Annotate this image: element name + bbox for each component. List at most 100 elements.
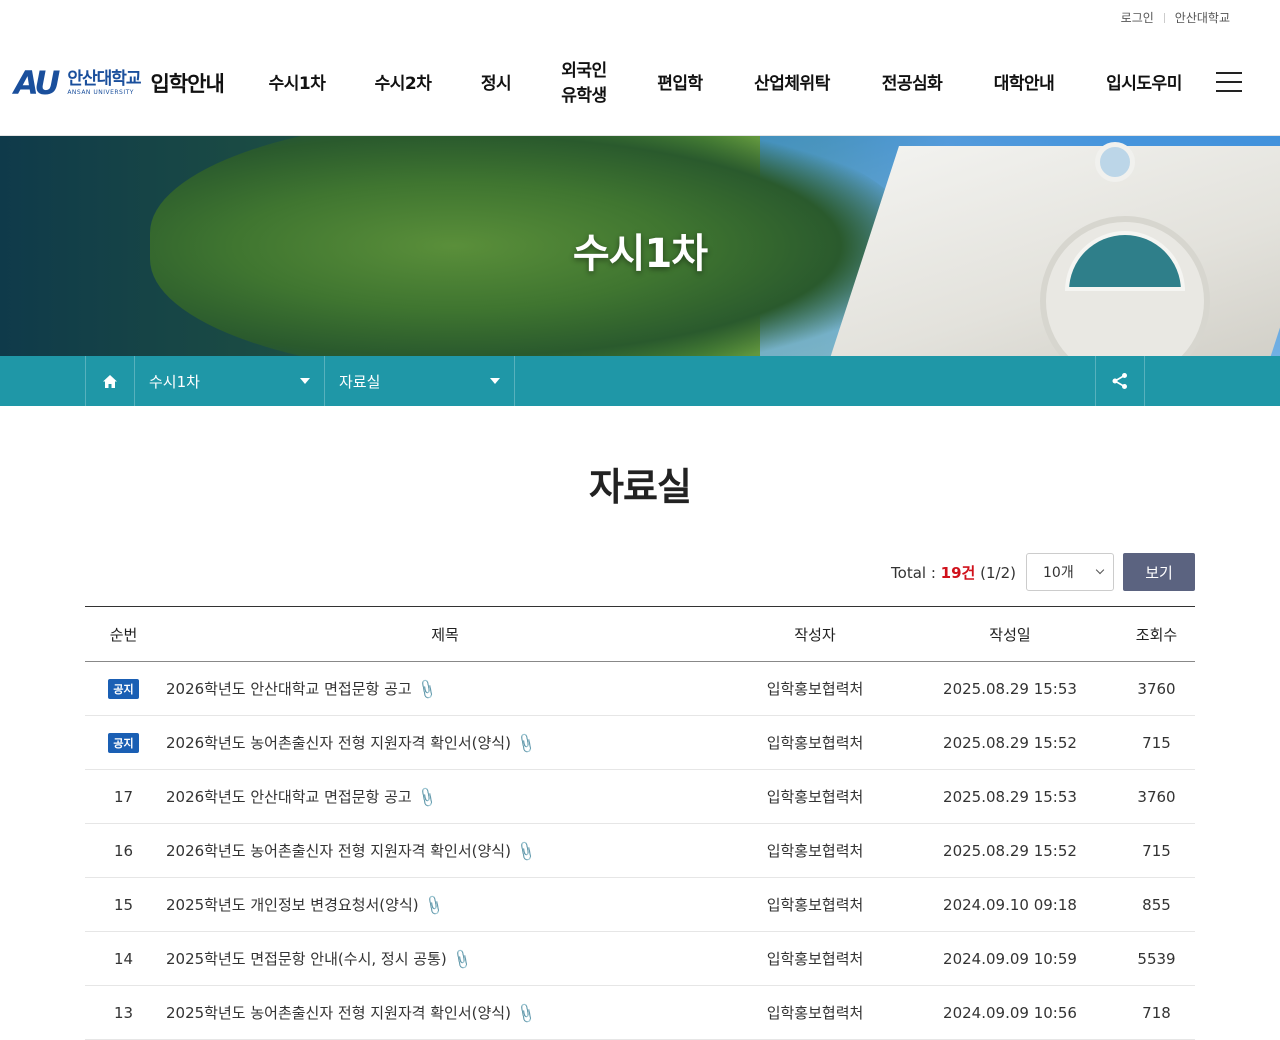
attachment-icon: 📎: [449, 948, 474, 972]
row-number: 공지: [85, 716, 162, 770]
col-date: 작성일: [989, 625, 1031, 644]
login-link[interactable]: 로그인: [1121, 9, 1154, 26]
nav-item-about[interactable]: 대학안내: [968, 72, 1080, 97]
total-count: Total : 19건 (1/2): [891, 562, 1016, 583]
row-views: 5539: [1137, 949, 1176, 968]
nav-item-susi1[interactable]: 수시1차: [244, 72, 350, 97]
row-views: 718: [1142, 1003, 1171, 1022]
attachment-icon: 📎: [414, 786, 438, 810]
location-inner: 수시1차 자료실: [85, 356, 1145, 406]
nav-item-major[interactable]: 전공심화: [856, 72, 968, 97]
attachment-icon: 📎: [514, 1002, 538, 1026]
row-title-link[interactable]: 2025학년도 개인정보 변경요청서(양식): [166, 896, 419, 914]
row-title-link[interactable]: 2025학년도 농어촌출신자 전형 지원자격 확인서(양식): [166, 1004, 511, 1022]
nav-item-susi2[interactable]: 수시2차: [350, 72, 456, 97]
nav-item-helper[interactable]: 입시도우미: [1080, 72, 1208, 97]
row-date: 2025.08.29 15:53: [943, 787, 1077, 806]
col-title: 제목: [431, 625, 459, 644]
row-title-link[interactable]: 2026학년도 안산대학교 면접문항 공고: [166, 788, 412, 806]
notice-badge: 공지: [108, 732, 139, 753]
row-writer: 입학홍보협력처: [766, 842, 864, 860]
nav-item-foreign[interactable]: 외국인 유학생: [536, 59, 632, 109]
row-views: 715: [1142, 733, 1171, 752]
col-writer: 작성자: [794, 625, 836, 644]
view-button[interactable]: 보기: [1123, 553, 1195, 591]
row-title-link[interactable]: 2026학년도 안산대학교 면접문항 공고: [166, 680, 412, 698]
utility-links: 로그인 안산대학교: [1121, 9, 1230, 26]
row-writer: 입학홍보협력처: [766, 680, 864, 698]
caret-down-icon: [490, 378, 500, 384]
row-title-link[interactable]: 2025학년도 면접문항 안내(수시, 정시 공통): [166, 950, 447, 968]
row-title-cell: 2026학년도 농어촌출신자 전형 지원자격 확인서(양식) 📎: [162, 716, 728, 770]
table-row[interactable]: 16 2026학년도 농어촌출신자 전형 지원자격 확인서(양식) 📎 입학홍보협력처…: [85, 824, 1195, 878]
nav-item-transfer[interactable]: 편입학: [632, 72, 728, 97]
divider: [1163, 12, 1165, 23]
banner-round-window: [1095, 142, 1135, 182]
row-date: 2024.09.09 10:56: [943, 1003, 1077, 1022]
row-title-link[interactable]: 2026학년도 농어촌출신자 전형 지원자격 확인서(양식): [166, 842, 511, 860]
row-writer: 입학홍보협력처: [766, 734, 864, 752]
row-number: 15: [113, 895, 134, 914]
row-title-cell: 2025학년도 농어촌출신자 전형 지원자격 확인서(양식) 📎: [162, 986, 728, 1040]
attachment-icon: 📎: [421, 894, 445, 918]
table-row[interactable]: 14 2025학년도 면접문항 안내(수시, 정시 공통) 📎 입학홍보협력처 2024…: [85, 932, 1195, 986]
per-page-select[interactable]: 10개: [1026, 553, 1114, 591]
logo-mark: AU: [14, 64, 60, 102]
logo-english: ANSAN UNIVERSITY: [67, 89, 134, 96]
row-date: 2025.08.29 15:52: [943, 733, 1077, 752]
logo-subtitle: 입학안내: [150, 72, 225, 96]
row-views: 715: [1142, 841, 1171, 860]
row-title-cell: 2025학년도 개인정보 변경요청서(양식) 📎: [162, 878, 728, 932]
row-date: 2024.09.09 10:59: [943, 949, 1077, 968]
row-writer: 입학홍보협력처: [766, 950, 864, 968]
row-views: 855: [1142, 895, 1171, 914]
depth2-select[interactable]: 자료실: [325, 356, 515, 406]
logo[interactable]: AU 안산대학교 ANSAN UNIVERSITY 입학안내: [14, 64, 225, 102]
page-indicator: (1/2): [980, 563, 1016, 582]
depth2-label: 자료실: [339, 372, 381, 391]
row-date: 2024.09.10 09:18: [943, 895, 1077, 914]
hero-banner: 수시1차: [0, 136, 1280, 356]
row-date: 2025.08.29 15:52: [943, 841, 1077, 860]
row-writer: 입학홍보협력처: [766, 1004, 864, 1022]
nav-item-jeongsi[interactable]: 정시: [456, 72, 536, 97]
table-row[interactable]: 13 2025학년도 농어촌출신자 전형 지원자격 확인서(양식) 📎 입학홍보협력처…: [85, 986, 1195, 1040]
row-title-cell: 2026학년도 안산대학교 면접문항 공고 📎: [162, 770, 728, 824]
nav-item-industry[interactable]: 산업체위탁: [728, 72, 856, 97]
row-number: 17: [113, 787, 134, 806]
row-writer: 입학홍보협력처: [766, 896, 864, 914]
table-row[interactable]: 15 2025학년도 개인정보 변경요청서(양식) 📎 입학홍보협력처 2024.09.…: [85, 878, 1195, 932]
table-body: 공지 2026학년도 안산대학교 면접문항 공고 📎 입학홍보협력처 2025.08.2…: [85, 662, 1195, 1040]
total-label: Total :: [891, 563, 936, 582]
header: AU 안산대학교 ANSAN UNIVERSITY 입학안내 수시1차 수시2차…: [0, 34, 1280, 136]
logo-text: 안산대학교 ANSAN UNIVERSITY: [67, 70, 141, 97]
row-title-cell: 2026학년도 안산대학교 면접문항 공고 📎: [162, 662, 728, 716]
table-row[interactable]: 공지 2026학년도 농어촌출신자 전형 지원자격 확인서(양식) 📎 입학홍보협력처…: [85, 716, 1195, 770]
university-link[interactable]: 안산대학교: [1175, 9, 1230, 26]
board-table: 순번 제목 작성자 작성일 조회수 공지 2026학년도 안산대학교 면접문항 공…: [85, 606, 1195, 1040]
hamburger-menu-icon[interactable]: [1216, 72, 1242, 92]
table-row[interactable]: 공지 2026학년도 안산대학교 면접문항 공고 📎 입학홍보협력처 2025.08.2…: [85, 662, 1195, 716]
table-header: 순번 제목 작성자 작성일 조회수: [85, 606, 1195, 662]
row-number: 14: [113, 949, 134, 968]
home-icon[interactable]: [85, 356, 135, 406]
depth1-select[interactable]: 수시1차: [135, 356, 325, 406]
utility-bar: 로그인 안산대학교: [0, 0, 1280, 34]
page-title: 자료실: [589, 465, 692, 509]
caret-down-icon: [300, 378, 310, 384]
main-nav: 수시1차 수시2차 정시 외국인 유학생 편입학 산업체위탁 전공심화 대학안내…: [244, 34, 1208, 134]
chevron-down-icon: [1095, 565, 1105, 575]
table-row[interactable]: 17 2026학년도 안산대학교 면접문항 공고 📎 입학홍보협력처 2025.08.2…: [85, 770, 1195, 824]
location-bar: 수시1차 자료실: [0, 356, 1280, 406]
col-views: 조회수: [1135, 625, 1178, 644]
attachment-icon: 📎: [514, 732, 538, 756]
share-icon[interactable]: [1095, 356, 1145, 406]
attachment-icon: 📎: [514, 840, 538, 864]
notice-badge: 공지: [108, 678, 139, 699]
row-number: 공지: [85, 662, 162, 716]
row-title-link[interactable]: 2026학년도 농어촌출신자 전형 지원자격 확인서(양식): [166, 734, 511, 752]
banner-title: 수시1차: [572, 231, 708, 277]
attachment-icon: 📎: [414, 678, 438, 702]
row-writer: 입학홍보협력처: [766, 788, 864, 806]
row-date: 2025.08.29 15:53: [943, 679, 1077, 698]
